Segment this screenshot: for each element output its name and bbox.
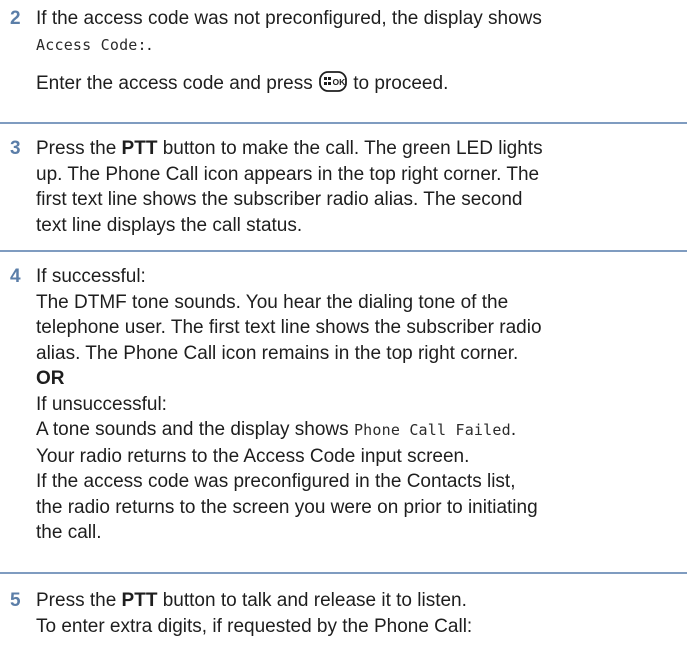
text-line: the call. <box>36 522 102 543</box>
step-number: 3 <box>10 138 21 159</box>
display-text: Phone Call Failed <box>353 421 511 439</box>
display-text: Access Code: <box>36 35 147 54</box>
paragraph: Access Code:. <box>36 32 687 59</box>
text: . <box>146 33 153 55</box>
menu-ok-key-icon: OK <box>319 71 347 92</box>
text: Press the <box>36 590 117 611</box>
text-line: telephone user. The first text line show… <box>36 317 542 338</box>
divider <box>0 572 687 574</box>
manual-page: 2 If the access code was not preconfigur… <box>0 0 691 671</box>
text-line: If successful: <box>36 266 146 287</box>
text-line: A tone sounds and the display shows Phon… <box>36 417 687 444</box>
step-number: 4 <box>10 266 21 287</box>
text-line: text line displays the call status. <box>36 214 303 236</box>
text: Enter the access code and press <box>36 73 313 94</box>
step-number: 2 <box>10 8 21 29</box>
bold-text: PTT <box>121 590 158 611</box>
text-line: up. The Phone Call icon appears in the t… <box>36 163 540 185</box>
text: button to make the call. The green LED l… <box>162 138 543 159</box>
or-label: OR <box>36 368 65 389</box>
text-line: Press the PTT button to talk and release… <box>36 588 687 614</box>
text-line: The DTMF tone sounds. You hear the diali… <box>36 291 509 313</box>
text-line: the radio returns to the screen you were… <box>36 496 538 518</box>
step-body: Press the PTT button to make the call. T… <box>36 136 687 238</box>
paragraph: If the access code was not preconfigured… <box>36 6 687 32</box>
text-line: If the access code was preconfigured in … <box>36 471 516 492</box>
text: If the access code was not preconfigured… <box>36 8 542 29</box>
paragraph: Enter the access code and press OK to pr… <box>36 71 687 97</box>
divider <box>0 250 687 252</box>
text-line: alias. The Phone Call icon remains in th… <box>36 342 519 364</box>
step-body: If the access code was not preconfigured… <box>36 6 687 97</box>
text: to proceed. <box>353 73 449 94</box>
text: Press the <box>36 138 117 159</box>
step-body: Press the PTT button to talk and release… <box>36 588 687 639</box>
text: button to talk and release it to listen. <box>162 590 467 611</box>
text-line: first text line shows the subscriber rad… <box>36 189 523 210</box>
text: A tone sounds and the display shows <box>36 419 349 440</box>
divider <box>0 122 687 124</box>
step-number: 5 <box>10 590 21 611</box>
text-line: Your radio returns to the Access Code in… <box>36 445 470 467</box>
svg-text:OK: OK <box>333 77 347 87</box>
bold-text: PTT <box>121 138 158 159</box>
text-line: If unsuccessful: <box>36 393 167 415</box>
text-line: Press the PTT button to make the call. T… <box>36 136 687 162</box>
text-line: To enter extra digits, if requested by t… <box>36 615 473 637</box>
text: . <box>510 419 517 440</box>
step-body: If successful: The DTMF tone sounds. You… <box>36 264 687 546</box>
